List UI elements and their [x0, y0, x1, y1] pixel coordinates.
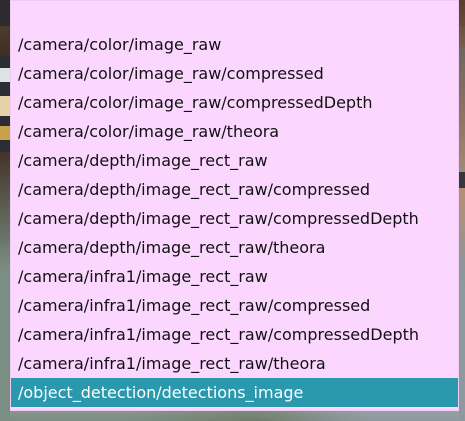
selected-topic-option[interactable]: /object_detection/detections_image — [11, 378, 458, 407]
topic-dropdown-list[interactable]: /camera/color/image_raw /camera/color/im… — [10, 0, 459, 411]
topic-option-list[interactable]: /camera/color/image_raw /camera/color/im… — [11, 30, 458, 407]
topic-option[interactable]: /camera/color/image_raw/compressed — [11, 59, 458, 88]
topic-option[interactable]: /camera/infra1/image_rect_raw/theora — [11, 349, 458, 378]
topic-option[interactable]: /camera/infra1/image_rect_raw/compressed — [11, 291, 458, 320]
background-right-panel — [458, 48, 465, 188]
topic-option[interactable]: /camera/infra1/image_rect_raw/compressed… — [11, 320, 458, 349]
topic-option[interactable]: /camera/depth/image_rect_raw/compressed — [11, 175, 458, 204]
background-left-accent-light — [0, 68, 10, 82]
dropdown-top-gap — [11, 1, 458, 30]
background-right-accent-dark — [458, 172, 465, 188]
dropdown-bottom-fade — [10, 411, 459, 421]
background-left-panel-top — [0, 0, 10, 26]
topic-option[interactable]: /camera/color/image_raw/theora — [11, 117, 458, 146]
topic-option[interactable]: /camera/depth/image_rect_raw/compressedD… — [11, 204, 458, 233]
background-left-accent-gold — [0, 126, 10, 140]
background-left-accent-beige — [0, 96, 10, 116]
topic-option[interactable]: /camera/infra1/image_rect_raw — [11, 262, 458, 291]
topic-option[interactable]: /camera/depth/image_rect_raw/theora — [11, 233, 458, 262]
topic-option[interactable]: /camera/color/image_raw — [11, 30, 458, 59]
topic-option[interactable]: /camera/depth/image_rect_raw — [11, 146, 458, 175]
topic-option[interactable]: /camera/color/image_raw/compressedDepth — [11, 88, 458, 117]
